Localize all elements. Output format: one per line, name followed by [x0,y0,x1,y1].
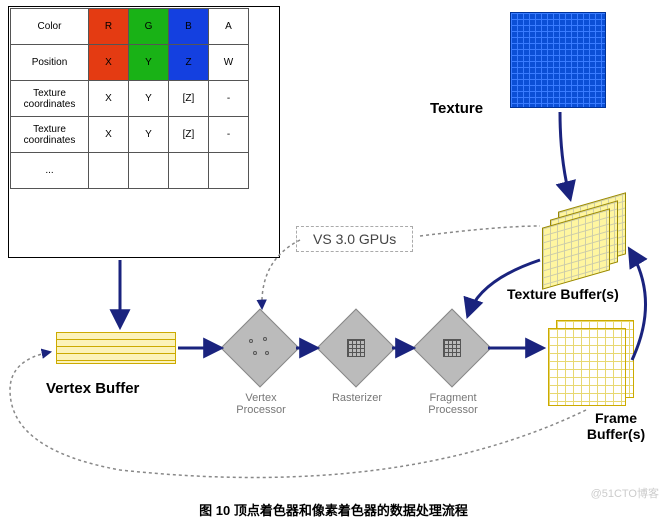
fragment-processor-label: Fragment Processor [418,392,488,416]
row-header: Color [11,9,89,45]
cell: X [89,117,129,153]
cell: - [209,117,249,153]
cell: Y [129,81,169,117]
rasterizer-node [316,308,395,387]
vertex-attribute-table: ColorRGBA PositionXYZW Texture coordinates… [10,8,249,189]
frame-buffer-icon [548,328,626,406]
watermark: @51CTO博客 [591,485,659,501]
cell: [Z] [169,81,209,117]
cell: Y [129,117,169,153]
cell [209,153,249,189]
figure-caption: 图 10 顶点着色器和像素着色器的数据处理流程 [0,500,667,519]
row-header: Texture coordinates [11,81,89,117]
cell: B [169,9,209,45]
fragment-processor-node [412,308,491,387]
cell [129,153,169,189]
frame-buffer-label: Frame Buffer(s) [565,410,667,442]
cell: Z [169,45,209,81]
cell: X [89,45,129,81]
texture-icon [510,12,606,108]
cell [89,153,129,189]
cell [169,153,209,189]
cell: X [89,81,129,117]
vs-gpus-label: VS 3.0 GPUs [296,226,413,252]
cell: W [209,45,249,81]
texture-buffer-label: Texture Buffer(s) [507,286,619,302]
row-header: ... [11,153,89,189]
cell: - [209,81,249,117]
vertex-buffer-label: Vertex Buffer [46,380,139,397]
vertex-processor-node [220,308,299,387]
row-header: Position [11,45,89,81]
vertex-buffer-icon [56,332,176,364]
vertex-processor-label: Vertex Processor [226,392,296,416]
row-header: Texture coordinates [11,117,89,153]
texture-label: Texture [430,100,483,117]
cell: Y [129,45,169,81]
cell: R [89,9,129,45]
cell: [Z] [169,117,209,153]
texture-buffer-icon [542,202,626,274]
cell: G [129,9,169,45]
rasterizer-label: Rasterizer [322,392,392,404]
cell: A [209,9,249,45]
